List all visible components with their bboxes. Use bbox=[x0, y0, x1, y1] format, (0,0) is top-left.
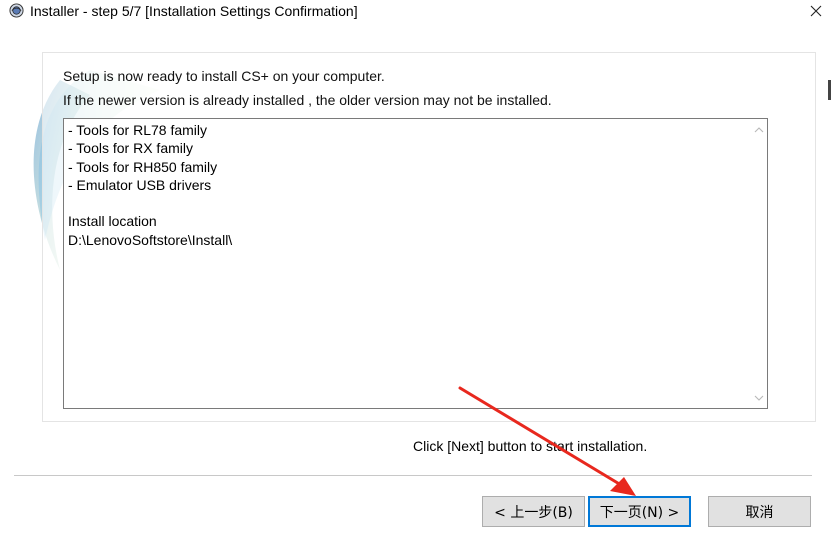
summary-line: - Emulator USB drivers bbox=[68, 176, 212, 193]
summary-line: - Tools for RH850 family bbox=[68, 158, 218, 175]
summary-line: - Tools for RL78 family bbox=[68, 122, 208, 138]
settings-summary-textbox[interactable]: - Tools for RL78 family - Tools for RX f… bbox=[63, 118, 768, 409]
chevron-up-icon bbox=[754, 126, 763, 132]
scroll-down-button[interactable] bbox=[750, 389, 767, 406]
version-warning-message: If the newer version is already installe… bbox=[63, 92, 552, 108]
installer-globe-icon bbox=[9, 3, 24, 18]
close-icon bbox=[810, 5, 822, 17]
summary-line: D:\LenovoSoftstore\Install\ bbox=[68, 231, 233, 248]
annotation-arrowhead bbox=[610, 477, 636, 496]
installer-window: Installer - step 5/7 [Installation Setti… bbox=[0, 0, 831, 539]
close-button[interactable] bbox=[801, 0, 831, 22]
chevron-down-icon bbox=[754, 395, 763, 401]
next-hint-text: Click [Next] button to start installatio… bbox=[413, 438, 648, 454]
next-button[interactable]: 下一页(N) > bbox=[588, 496, 691, 527]
ready-message: Setup is now ready to install CS+ on you… bbox=[63, 68, 385, 84]
scroll-up-button[interactable] bbox=[750, 121, 767, 138]
title-bar: Installer - step 5/7 [Installation Setti… bbox=[0, 0, 831, 22]
summary-line: Install location bbox=[68, 213, 157, 230]
vertical-scrollbar[interactable] bbox=[750, 119, 767, 408]
settings-summary-content: - Tools for RL78 family - Tools for RX f… bbox=[68, 121, 232, 249]
cancel-button[interactable]: 取消 bbox=[708, 496, 811, 527]
back-button[interactable]: < 上一步(B) bbox=[482, 496, 585, 527]
summary-line bbox=[68, 194, 232, 212]
summary-line: - Tools for RX family bbox=[68, 140, 193, 157]
footer-separator bbox=[14, 475, 812, 476]
window-title: Installer - step 5/7 [Installation Setti… bbox=[30, 3, 358, 19]
